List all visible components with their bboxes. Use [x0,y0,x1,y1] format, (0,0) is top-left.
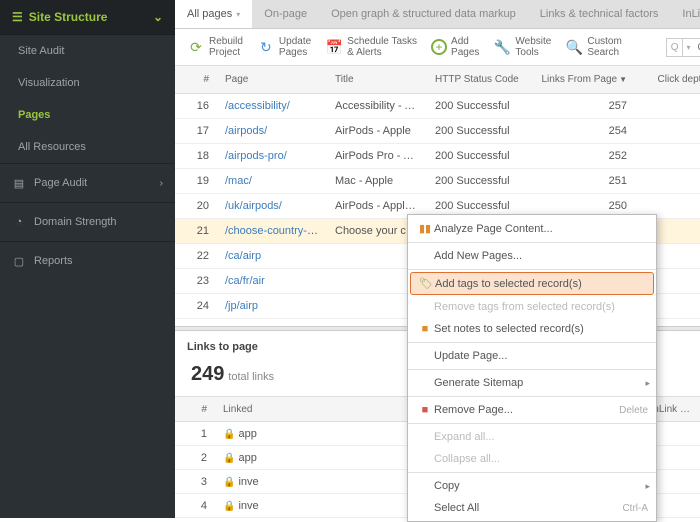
update-pages-button[interactable]: ↻ UpdatePages [253,34,315,60]
structure-icon: ☰ [12,10,23,24]
rebuild-project-button[interactable]: ⟳ RebuildProject [183,34,247,60]
tab-inlink-rank[interactable]: InLink Rank [670,0,700,28]
sidebar-section-label: Page Audit [34,177,87,189]
website-tools-button[interactable]: 🔧 WebsiteTools [489,34,555,60]
links-count: 249 [191,363,224,385]
toolbar: ⟳ RebuildProject ↻ UpdatePages 📅 Schedul… [175,29,700,66]
shortcut-label: Delete [619,405,648,416]
search-icon: 🔍 [565,38,583,56]
separator [408,472,656,473]
ctx-collapse-all: Collapse all... [408,448,656,470]
sidebar-section-domain-strength[interactable]: ◔ Domain Strength [0,202,175,241]
ctx-update-page[interactable]: Update Page... [408,345,656,367]
table-row[interactable]: 19/mac/Mac - Apple200 Successful2511 [175,169,700,194]
add-pages-button[interactable]: + AddPages [427,34,483,60]
ctx-generate-sitemap[interactable]: Generate Sitemap ▸ [408,372,656,394]
schedule-tasks-button[interactable]: 📅 Schedule Tasks& Alerts [321,34,421,60]
table-row[interactable]: 17/airpods/AirPods - Apple200 Successful… [175,119,700,144]
calendar-icon: 📅 [325,38,343,56]
sidebar: ☰ Site Structure ⌄ Site Audit Visualizat… [0,0,175,518]
chevron-right-icon: › [160,178,163,189]
sidebar-header[interactable]: ☰ Site Structure ⌄ [0,0,175,35]
sidebar-item-visualization[interactable]: Visualization [0,67,175,99]
sidebar-section-label: Reports [34,255,73,267]
rebuild-icon: ⟳ [187,38,205,56]
links-count-label: total links [228,371,274,383]
table-row[interactable]: 16/accessibility/Accessibility - Apple20… [175,94,700,119]
separator [408,269,656,270]
ctx-copy[interactable]: Copy ▸ [408,475,656,497]
separator [408,423,656,424]
note-icon: ■ [416,323,434,335]
separator [408,342,656,343]
caret-down-icon: ▾ [683,43,693,52]
tab-on-page[interactable]: On-page [252,0,319,28]
sidebar-section-reports[interactable]: ▢ Reports [0,241,175,280]
reports-icon: ▢ [12,254,26,268]
table-row[interactable]: 18/airpods-pro/AirPods Pro - Apple200 Su… [175,144,700,169]
col-status[interactable]: HTTP Status Code [427,74,527,85]
col-index[interactable]: # [175,74,217,85]
col-title[interactable]: Title [327,74,427,85]
plus-circle-icon: + [431,39,447,55]
bars-icon: ▮▮ [416,222,434,235]
gauge-icon: ◔ [12,215,26,229]
audit-icon: ▤ [12,176,26,190]
bcol-index[interactable]: # [175,404,215,415]
sidebar-item-site-audit[interactable]: Site Audit [0,35,175,67]
ctx-add-new-pages[interactable]: Add New Pages... [408,245,656,267]
sort-desc-icon: ▼ [619,75,627,84]
bcol-linked[interactable]: Linked [215,404,395,415]
col-page[interactable]: Page [217,74,327,85]
sidebar-section-label: Domain Strength [34,216,117,228]
search-prefix: Q [667,39,684,56]
custom-search-button[interactable]: 🔍 CustomSearch [561,34,625,60]
tag-icon: 🏷 [417,277,435,290]
ctx-expand-all: Expand all... [408,426,656,448]
ctx-select-all[interactable]: Select All Ctrl-A [408,497,656,519]
sidebar-item-pages[interactable]: Pages [0,99,175,131]
separator [408,369,656,370]
wrench-icon: 🔧 [493,38,511,56]
ctx-analyze-page-content[interactable]: ▮▮ Analyze Page Content... [408,217,656,240]
shortcut-label: Ctrl-A [622,503,648,514]
sidebar-title: Site Structure [29,10,108,24]
links-to-page-heading: Links to page [175,331,270,359]
submenu-arrow-icon: ▸ [645,378,650,389]
sidebar-section-page-audit[interactable]: ▤ Page Audit › [0,163,175,202]
ctx-set-notes[interactable]: ■ Set notes to selected record(s) [408,318,656,340]
tab-all-pages[interactable]: All pages▾ [175,0,252,28]
col-links-from-page[interactable]: Links From Page▼ [527,74,635,85]
update-icon: ↻ [257,38,275,56]
ctx-add-tags[interactable]: 🏷 Add tags to selected record(s) [410,272,654,295]
context-menu: ▮▮ Analyze Page Content... Add New Pages… [407,214,657,522]
remove-icon: ■ [416,404,434,416]
tab-links-technical[interactable]: Links & technical factors [528,0,671,28]
chevron-down-icon: ⌄ [153,10,163,24]
separator [408,396,656,397]
caret-down-icon: ▾ [236,10,240,19]
ctx-remove-tags: Remove tags from selected record(s) [408,296,656,318]
tabs-bar: All pages▾ On-page Open graph & structur… [175,0,700,29]
main-panel: All pages▾ On-page Open graph & structur… [175,0,700,518]
ctx-remove-page[interactable]: ■ Remove Page... Delete [408,399,656,421]
quick-filter-input[interactable] [693,39,700,56]
tab-open-graph[interactable]: Open graph & structured data markup [319,0,528,28]
separator [408,242,656,243]
sidebar-item-all-resources[interactable]: All Resources [0,131,175,163]
submenu-arrow-icon: ▸ [645,481,650,492]
col-click-depth[interactable]: Click depth [635,74,700,85]
quick-filter-box[interactable]: Q▾ [666,38,700,57]
grid-header-row: # Page Title HTTP Status Code Links From… [175,66,700,94]
